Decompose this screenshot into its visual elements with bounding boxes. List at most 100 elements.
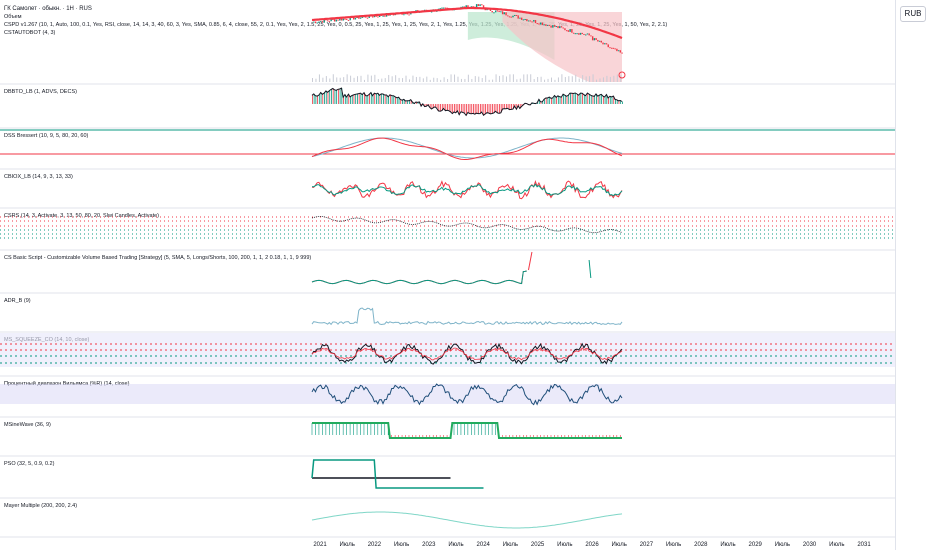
histogram-bar <box>351 95 353 104</box>
histogram-bar <box>452 104 454 114</box>
cstau-label: CSTAUTOBOT (4, 3) <box>4 30 56 36</box>
cs-basic-line-green <box>311 270 527 285</box>
volume-bar <box>422 78 424 82</box>
histogram-bar <box>557 95 559 104</box>
histogram-bar <box>479 104 481 114</box>
volume-bar <box>609 76 611 82</box>
volume-bar <box>412 75 414 82</box>
histogram-bar <box>381 93 383 104</box>
volume-bar <box>561 74 563 82</box>
candle <box>520 17 523 20</box>
chart-canvas[interactable]: 2021 Июль 2022 Июль 2023 Июль 2024 Июль 2025 Июль… <box>0 0 896 550</box>
volume-bar <box>599 78 601 82</box>
volume-bar <box>519 78 521 82</box>
histogram-bar <box>457 104 459 111</box>
pane-title: DBBTO_LB (1, ADVS, DECS) <box>4 89 77 95</box>
histogram-bar <box>362 94 364 104</box>
candle <box>591 36 594 41</box>
volume-bar <box>530 74 532 82</box>
histogram-bar <box>502 104 504 109</box>
cs-basic-spike <box>527 251 533 271</box>
histogram-bar <box>360 93 362 104</box>
volume-bar <box>315 78 317 82</box>
histogram-bar <box>485 104 486 115</box>
dss-line-2 <box>311 137 623 160</box>
pane-title: DSS Bressert (10, 9, 5, 80, 20, 60) <box>4 133 89 139</box>
volume-bar <box>554 79 556 82</box>
candle <box>326 20 329 22</box>
candle <box>519 17 521 19</box>
volume-bar <box>564 77 566 82</box>
time-axis-tick-label: Июль <box>612 542 627 548</box>
candle <box>493 12 495 14</box>
histogram-bar <box>440 104 441 112</box>
volume-bar <box>318 74 320 82</box>
volume-bar <box>388 74 390 82</box>
time-axis-tick-label: 2024 <box>477 542 491 548</box>
volume-bar <box>322 77 324 82</box>
volume-bar <box>350 75 352 82</box>
candle <box>443 7 445 9</box>
candle <box>444 7 447 9</box>
csrs-line <box>311 215 623 234</box>
candle <box>550 25 552 28</box>
candle <box>617 50 620 52</box>
histogram-bar <box>493 104 495 113</box>
candle <box>340 18 343 21</box>
histogram-bar <box>312 95 313 104</box>
candle <box>533 20 535 22</box>
histogram-bar <box>322 94 324 104</box>
histogram-bar <box>473 104 474 114</box>
time-axis-tick-label: 2023 <box>422 542 436 548</box>
candle <box>500 11 502 13</box>
volume-bar <box>415 76 417 82</box>
candle <box>552 25 554 28</box>
histogram-bar <box>561 97 563 104</box>
histogram-bar <box>478 104 480 114</box>
volume-bar <box>426 76 428 82</box>
histogram-bar <box>471 104 473 114</box>
histogram-bar <box>622 101 623 104</box>
candle <box>609 47 611 49</box>
histogram-bar <box>324 93 325 104</box>
candle <box>517 15 519 19</box>
histogram-bar <box>337 89 339 104</box>
histogram-bar <box>580 93 582 104</box>
candle <box>583 33 585 35</box>
candle <box>507 15 509 17</box>
histogram-bar <box>504 104 506 109</box>
candle <box>527 20 530 22</box>
volume-label: Объем <box>4 14 22 20</box>
histogram-bar <box>563 94 564 104</box>
volume-bar <box>346 74 348 82</box>
volume-bar <box>433 77 435 82</box>
histogram-bar <box>604 97 606 104</box>
currency-button[interactable]: RUB <box>900 6 926 22</box>
histogram-bar <box>597 96 599 104</box>
time-axis-tick-label: 2022 <box>368 542 382 548</box>
histogram-bar <box>343 97 344 104</box>
volume-bar <box>443 77 445 82</box>
candle <box>541 22 544 26</box>
histogram-bar <box>436 104 438 109</box>
volume-bar <box>547 78 549 82</box>
histogram-bar <box>383 94 384 104</box>
candle <box>574 33 577 35</box>
candle <box>579 32 582 35</box>
histogram-bar <box>353 94 355 104</box>
histogram-bar <box>589 94 590 104</box>
histogram-bar <box>507 104 509 109</box>
candle <box>382 15 384 17</box>
pane-title: PSO (32, 5, 0.9, 0.2) <box>4 461 55 467</box>
histogram-bar <box>365 95 367 104</box>
volume-bar <box>381 78 383 82</box>
candle <box>540 22 542 25</box>
time-axis-tick-label: Июль <box>340 542 355 548</box>
candle <box>562 27 564 29</box>
candle <box>321 21 324 23</box>
histogram-bar <box>331 89 332 104</box>
volume-bar <box>467 74 469 82</box>
pane-title: CSRS (14, 3, Activate, 3, 13, 50, 80, 20… <box>4 213 159 219</box>
pane-title: Mayer Multiple (200, 200, 2.4) <box>4 503 77 509</box>
volume-bar <box>516 79 518 82</box>
